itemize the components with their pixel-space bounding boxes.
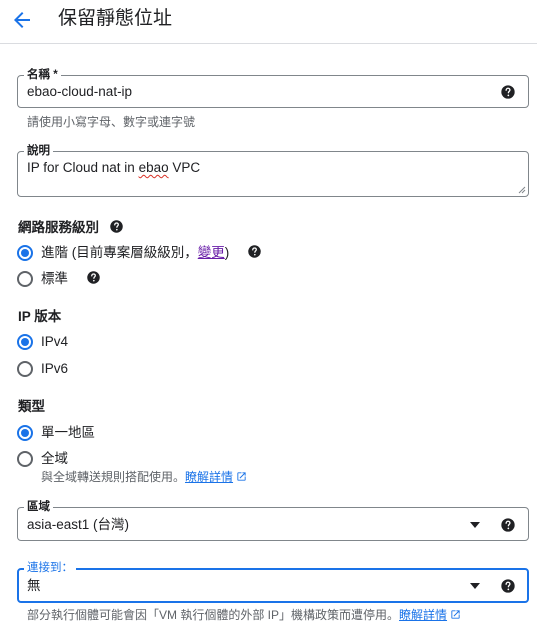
radio-global[interactable]: 全域 <box>17 449 68 469</box>
description-textarea[interactable]: IP for Cloud nat in ebao VPC <box>27 159 200 177</box>
region-value: asia-east1 (台灣) <box>27 517 130 532</box>
help-icon[interactable] <box>247 244 262 259</box>
open-in-new-icon[interactable] <box>236 471 247 482</box>
radio-ipv4[interactable]: IPv4 <box>17 332 68 352</box>
global-label: 全域 <box>41 451 68 466</box>
ipv6-label: IPv6 <box>41 361 69 376</box>
radio-button-unchecked[interactable] <box>17 271 33 287</box>
name-input[interactable]: ebao-cloud-nat-ip <box>27 83 132 101</box>
description-text-misspelled: ebao <box>138 160 169 175</box>
attach-value: 無 <box>27 578 41 593</box>
network-tier-title: 網路服務級別 <box>18 219 124 237</box>
name-field[interactable]: 名稱 * ebao-cloud-nat-ip <box>17 68 529 108</box>
region-select[interactable]: 區域 asia-east1 (台灣) <box>17 500 529 541</box>
type-title: 類型 <box>18 399 45 414</box>
radio-button-unchecked[interactable] <box>17 451 33 467</box>
caret-down-icon[interactable] <box>470 522 480 528</box>
description-field-label: 說明 <box>24 144 53 158</box>
app-header: 保留靜態位址 <box>0 0 537 44</box>
region-field-label: 區域 <box>24 500 53 514</box>
description-text-2: VPC <box>168 160 201 175</box>
help-icon[interactable] <box>109 219 124 234</box>
radio-standard-tier[interactable]: 標準 <box>17 269 101 289</box>
radio-premium-tier[interactable]: 進階 (目前專案層級級別，變更) <box>17 243 262 263</box>
attach-field-label: 連接到： <box>24 561 76 575</box>
premium-tier-close-paren: ) <box>224 245 230 260</box>
standard-tier-text: 標準 <box>41 271 68 286</box>
radio-regional[interactable]: 單一地區 <box>17 423 95 443</box>
attach-to-select[interactable]: 連接到： 無 <box>17 561 529 603</box>
radio-button-unchecked[interactable] <box>17 361 33 377</box>
radio-button-checked[interactable] <box>17 334 33 350</box>
description-text-1: IP for Cloud nat in <box>27 160 139 175</box>
page-title: 保留靜態位址 <box>58 8 173 29</box>
help-icon[interactable] <box>500 578 516 594</box>
back-button[interactable] <box>10 8 34 32</box>
help-icon[interactable] <box>86 270 101 285</box>
premium-tier-text: 進階 (目前專案層級級別， <box>41 245 198 260</box>
open-in-new-icon[interactable] <box>450 609 461 620</box>
caret-down-icon[interactable] <box>470 583 480 589</box>
standard-tier-label: 標準 <box>41 270 101 288</box>
global-hint: 與全域轉送規則搭配使用。瞭解詳情 <box>41 469 247 485</box>
description-field[interactable]: 說明 IP for Cloud nat in ebao VPC <box>17 144 529 197</box>
name-field-label: 名稱 * <box>24 68 61 82</box>
attach-hint: 部分執行個體可能會因「VM 執行個體的外部 IP」機構政策而遭停用。瞭解詳情 <box>27 607 461 623</box>
help-icon[interactable] <box>500 84 516 100</box>
ip-version-title: IP 版本 <box>18 309 62 324</box>
regional-label: 單一地區 <box>41 425 95 440</box>
global-hint-text: 與全域轉送規則搭配使用。 <box>41 470 186 484</box>
ipv4-label: IPv4 <box>41 334 69 349</box>
radio-button-checked[interactable] <box>17 245 33 261</box>
radio-button-checked[interactable] <box>17 425 33 441</box>
network-tier-title-text: 網路服務級別 <box>18 220 99 235</box>
help-icon[interactable] <box>500 517 516 533</box>
attach-hint-text: 部分執行個體可能會因「VM 執行個體的外部 IP」機構政策而遭停用。 <box>27 608 400 622</box>
change-tier-link[interactable]: 變更 <box>198 245 225 260</box>
learn-more-link[interactable]: 瞭解詳情 <box>399 608 447 622</box>
name-hint: 請使用小寫字母、數字或連字號 <box>27 115 196 129</box>
learn-more-link[interactable]: 瞭解詳情 <box>185 470 233 484</box>
resize-handle-icon[interactable] <box>518 186 526 194</box>
premium-tier-label: 進階 (目前專案層級級別，變更) <box>41 244 262 262</box>
arrow-back-icon <box>14 12 30 28</box>
radio-ipv6[interactable]: IPv6 <box>17 359 68 379</box>
